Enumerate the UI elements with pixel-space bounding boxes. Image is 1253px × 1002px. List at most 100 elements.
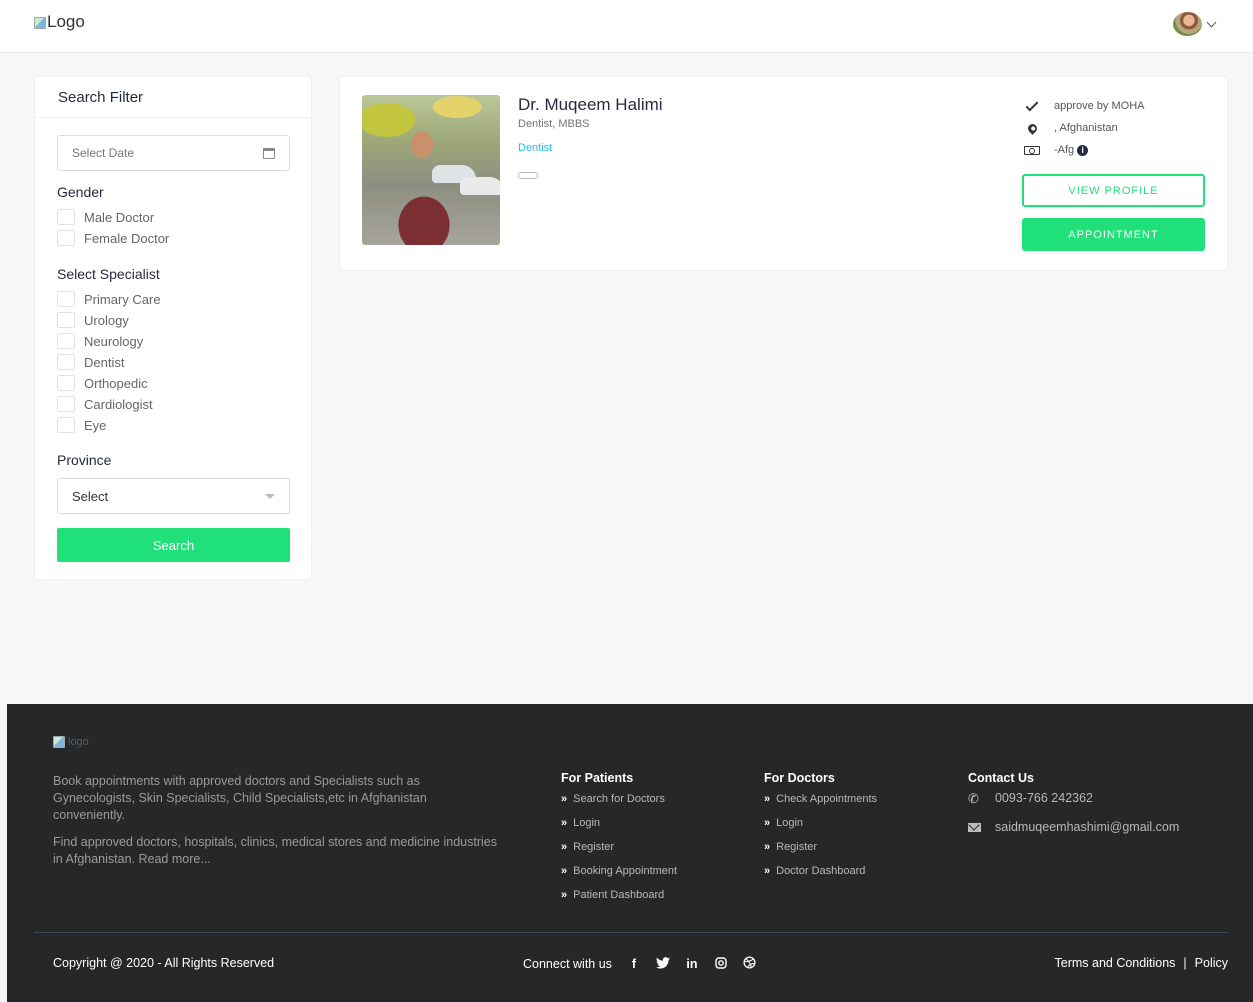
checkbox[interactable] <box>57 230 75 246</box>
link-label: Search for Doctors <box>573 793 665 805</box>
checkbox-cardiologist[interactable]: Cardiologist <box>57 396 153 412</box>
search-filter-card: Search Filter Select Date Gender Male Do… <box>34 76 312 580</box>
double-chevron-icon: » <box>764 817 770 829</box>
location-row: , Afghanistan <box>1022 121 1118 135</box>
linkedin-icon[interactable]: in <box>685 957 699 971</box>
location-text: , Afghanistan <box>1054 122 1118 134</box>
appointment-button[interactable]: APPOINTMENT <box>1022 218 1205 251</box>
double-chevron-icon: » <box>561 865 567 877</box>
province-select-value: Select <box>72 488 109 504</box>
for-patients-heading: For Patients <box>561 771 634 785</box>
footer-link-login[interactable]: » Login <box>561 817 600 829</box>
footer-link-search-doctors[interactable]: » Search for Doctors <box>561 793 665 805</box>
dribbble-icon[interactable] <box>743 956 757 972</box>
money-icon <box>1024 145 1040 155</box>
double-chevron-icon: » <box>764 793 770 805</box>
facebook-icon[interactable]: f <box>627 957 641 971</box>
fee-text: -Afg <box>1054 144 1075 156</box>
footer-link-doctor-dashboard[interactable]: » Doctor Dashboard <box>764 865 865 877</box>
search-button[interactable]: Search <box>57 528 290 562</box>
link-label: Register <box>776 841 818 853</box>
checkbox[interactable] <box>57 291 75 307</box>
checkbox-label: Primary Care <box>84 291 161 307</box>
footer-divider <box>34 932 1229 933</box>
checkbox-male-doctor[interactable]: Male Doctor <box>57 209 154 225</box>
chevron-down-icon[interactable] <box>1206 17 1217 27</box>
logo-alt-text: Logo <box>47 12 85 31</box>
checkbox-neurology[interactable]: Neurology <box>57 333 143 349</box>
checkbox-label: Urology <box>84 312 129 328</box>
checkbox-urology[interactable]: Urology <box>57 312 129 328</box>
rating-pill <box>518 172 538 179</box>
checkbox[interactable] <box>57 375 75 391</box>
checkbox[interactable] <box>57 312 75 328</box>
twitter-icon[interactable] <box>655 956 670 972</box>
footer-link-doctor-register[interactable]: » Register <box>764 841 817 853</box>
broken-image-icon <box>34 17 46 29</box>
link-label: Check Appointments <box>776 793 878 805</box>
contact-phone[interactable]: ✆ 0093-766 242362 <box>968 791 1093 805</box>
policy-link[interactable]: Policy <box>1195 956 1228 970</box>
link-label: Login <box>573 817 601 829</box>
checkbox-dentist[interactable]: Dentist <box>57 354 124 370</box>
filter-title: Search Filter <box>35 77 311 118</box>
checkbox-label: Female Doctor <box>84 230 170 246</box>
legal-links: Terms and Conditions | Policy <box>1055 956 1229 970</box>
terms-link[interactable]: Terms and Conditions <box>1055 956 1176 970</box>
link-label: Patient Dashboard <box>573 889 665 901</box>
checkbox-eye[interactable]: Eye <box>57 417 106 433</box>
mail-icon <box>968 822 981 832</box>
checkbox-primary-care[interactable]: Primary Care <box>57 291 161 307</box>
legal-separator: | <box>1183 956 1187 970</box>
doctor-name[interactable]: Dr. Muqeem Halimi <box>518 95 663 115</box>
info-icon[interactable]: i <box>1077 144 1089 156</box>
instagram-icon[interactable] <box>714 956 728 972</box>
link-label: Login <box>776 817 804 829</box>
broken-image-icon <box>53 736 65 748</box>
footer-link-register[interactable]: » Register <box>561 841 614 853</box>
user-avatar[interactable] <box>1173 12 1202 36</box>
footer-logo-alt: logo <box>68 736 89 748</box>
phone-text: 0093-766 242362 <box>995 791 1094 805</box>
date-placeholder: Select Date <box>72 146 135 160</box>
doctor-card: Dr. Muqeem Halimi Dentist, MBBS Dentist … <box>339 76 1228 271</box>
double-chevron-icon: » <box>561 793 567 805</box>
photo-detail <box>460 177 500 195</box>
checkbox-orthopedic[interactable]: Orthopedic <box>57 375 148 391</box>
checkbox-label: Eye <box>84 417 107 433</box>
footer-link-check-appointments[interactable]: » Check Appointments <box>764 793 877 805</box>
caret-down-icon[interactable] <box>265 493 275 499</box>
footer-logo[interactable]: logo <box>53 736 89 748</box>
doctor-photo[interactable] <box>362 95 500 245</box>
checkbox-label: Male Doctor <box>84 209 155 225</box>
checkbox[interactable] <box>57 354 75 370</box>
checkbox-label: Dentist <box>84 354 125 370</box>
email-text: saidmuqeemhashimi@gmail.com <box>995 820 1180 834</box>
checkbox-label: Cardiologist <box>84 396 153 412</box>
double-chevron-icon: » <box>764 841 770 853</box>
checkbox-female-doctor[interactable]: Female Doctor <box>57 230 169 246</box>
contact-email[interactable]: saidmuqeemhashimi@gmail.com <box>968 820 1179 834</box>
checkbox-label: Orthopedic <box>84 375 148 391</box>
checkbox[interactable] <box>57 333 75 349</box>
province-label: Province <box>57 452 112 468</box>
fee-row: -Afg i <box>1022 144 1089 156</box>
checkbox[interactable] <box>57 417 75 433</box>
site-logo[interactable]: Logo <box>34 12 85 32</box>
view-profile-button[interactable]: VIEW PROFILE <box>1022 174 1205 207</box>
user-menu[interactable] <box>1173 12 1217 36</box>
link-label: Register <box>573 841 615 853</box>
province-select[interactable]: Select <box>57 478 290 514</box>
doctor-specialty[interactable]: Dentist <box>518 142 552 154</box>
approval-text: approve by MOHA <box>1054 100 1145 112</box>
double-chevron-icon: » <box>561 889 567 901</box>
footer-link-doctor-login[interactable]: » Login <box>764 817 803 829</box>
date-input[interactable]: Select Date <box>57 135 290 171</box>
checkbox[interactable] <box>57 396 75 412</box>
calendar-icon[interactable] <box>263 147 275 159</box>
for-doctors-heading: For Doctors <box>764 771 835 785</box>
footer-link-patient-dashboard[interactable]: » Patient Dashboard <box>561 889 664 901</box>
checkbox[interactable] <box>57 209 75 225</box>
double-chevron-icon: » <box>561 817 567 829</box>
footer-link-booking[interactable]: » Booking Appointment <box>561 865 677 877</box>
